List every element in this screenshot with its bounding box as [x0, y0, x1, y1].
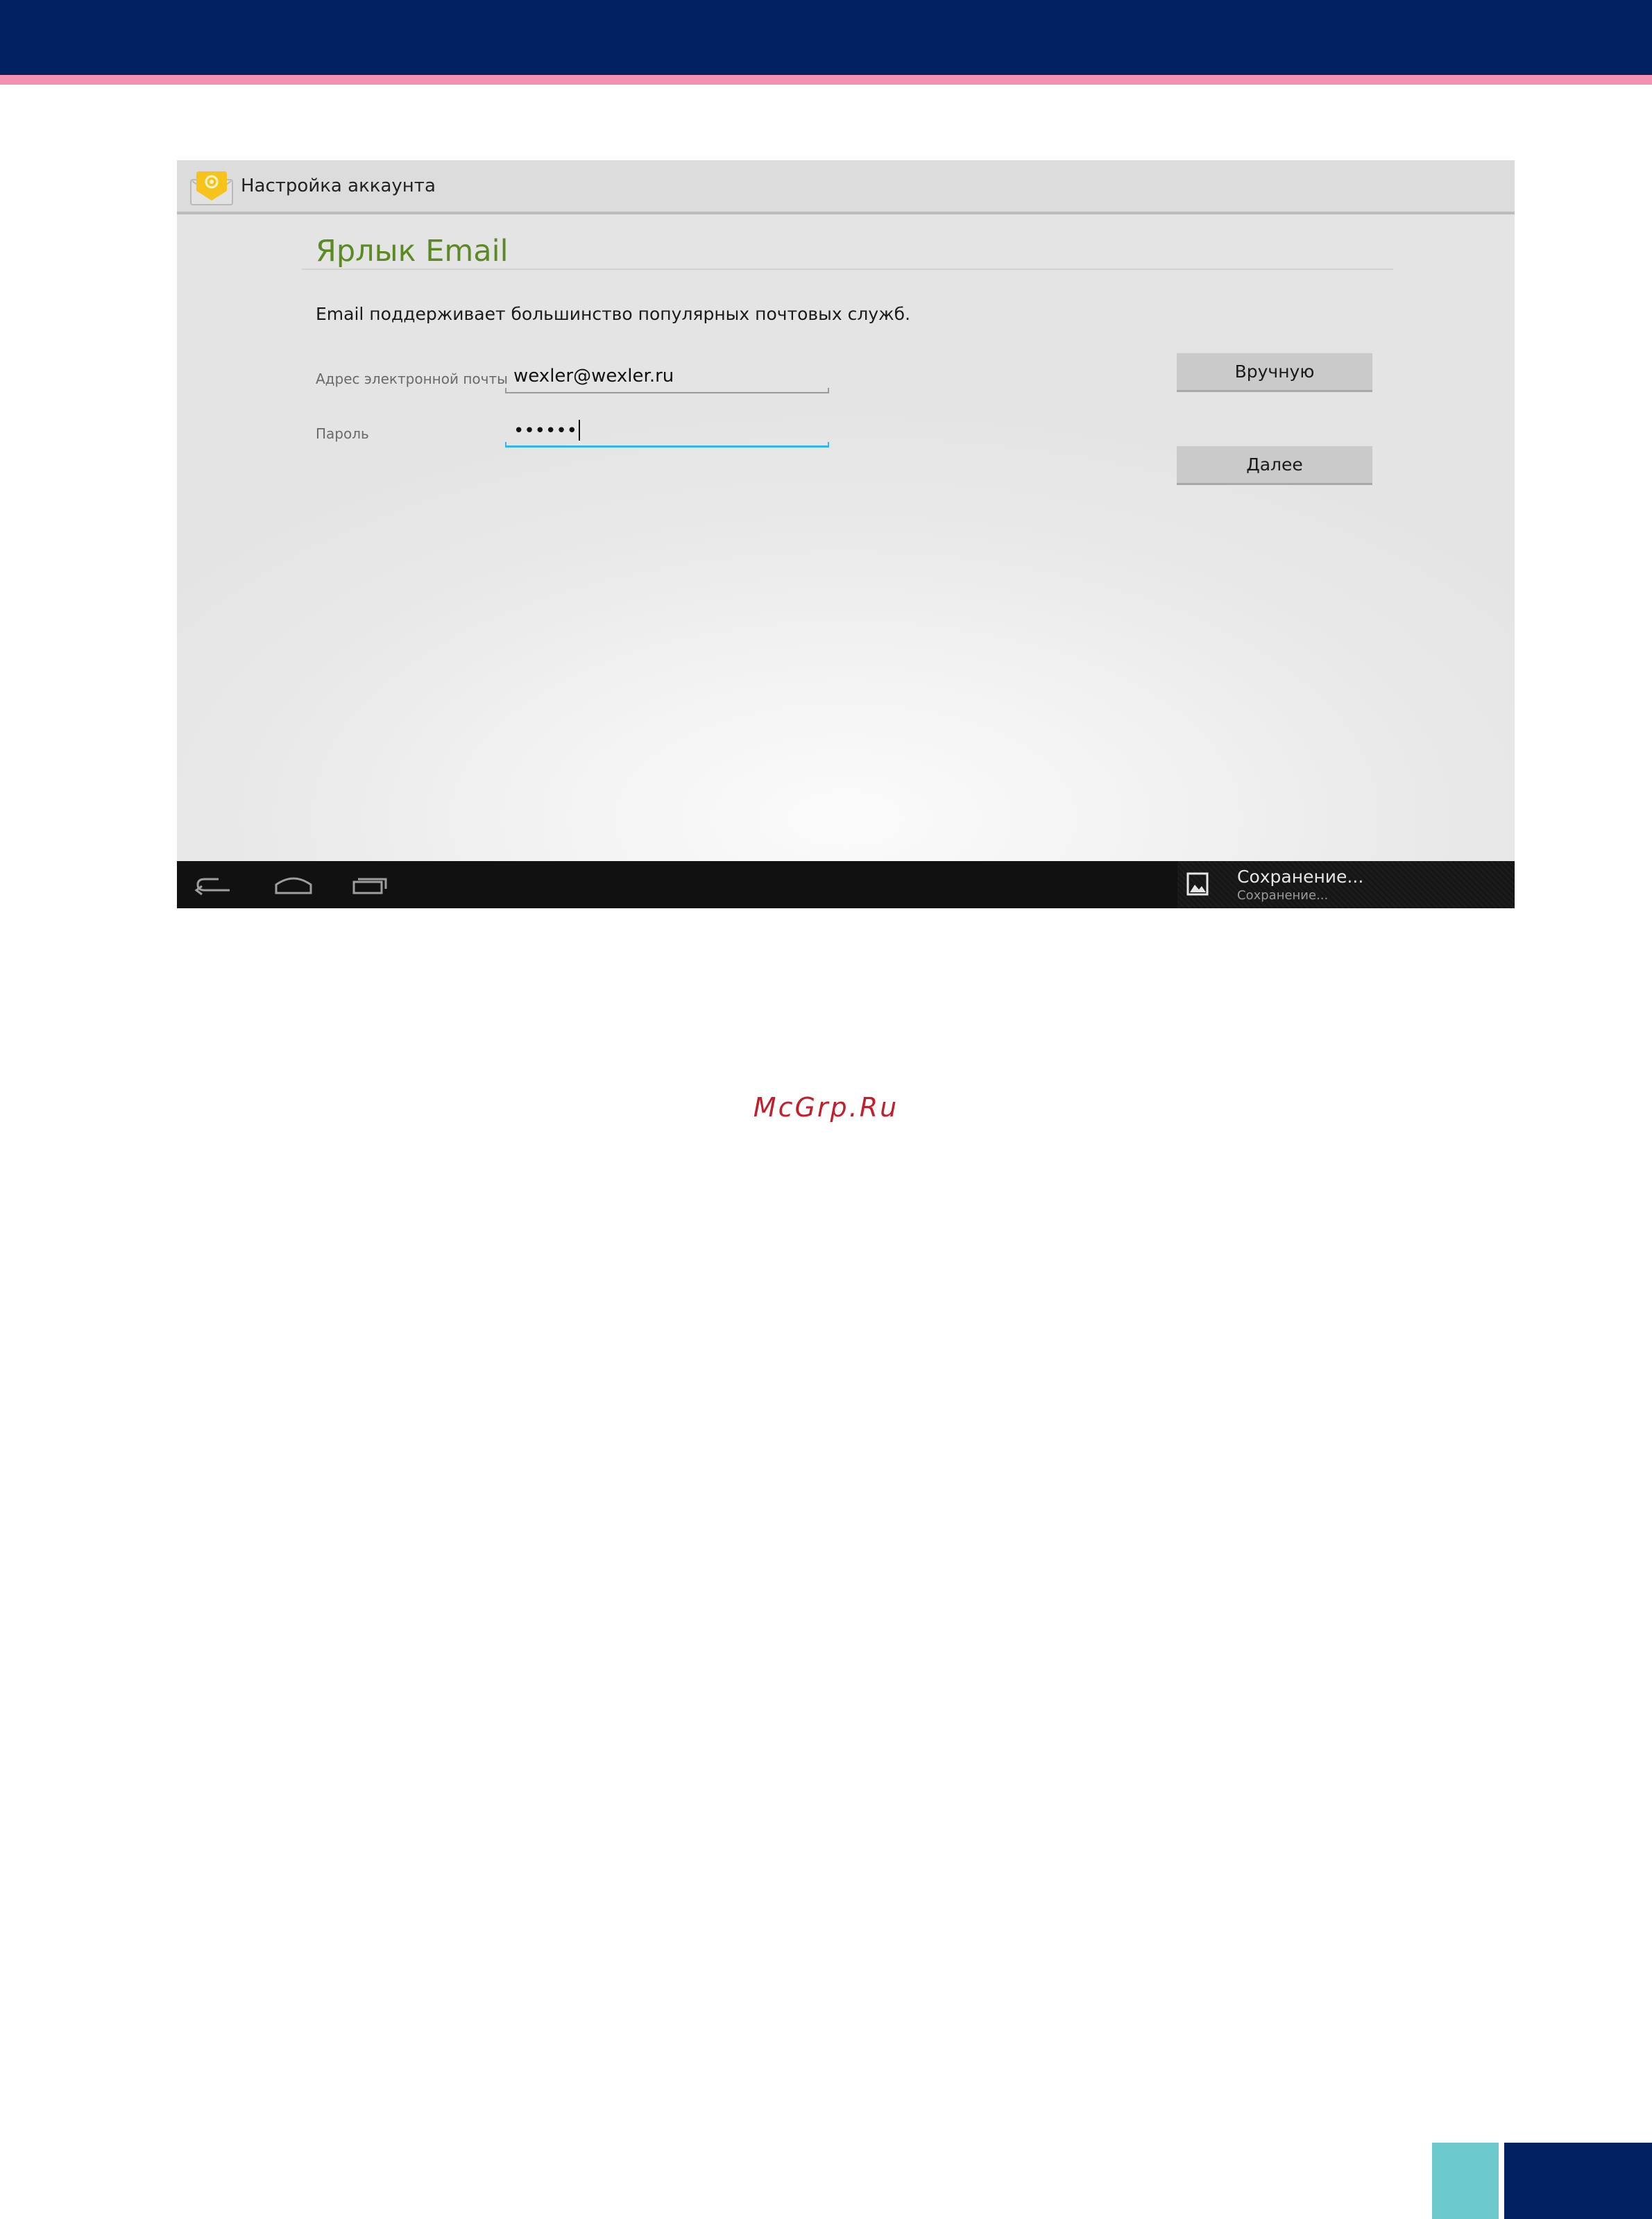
action-bar: Настройка аккаунта	[177, 160, 1515, 214]
image-icon	[1186, 872, 1209, 896]
header-stripe	[0, 75, 1652, 85]
password-field[interactable]: ••••••	[505, 417, 829, 448]
password-label: Пароль	[316, 425, 369, 442]
email-value: wexler@wexler.ru	[513, 366, 674, 386]
recent-apps-icon[interactable]	[348, 869, 397, 900]
text-cursor	[579, 420, 581, 441]
intro-text: Email поддерживает большинство популярны…	[316, 304, 911, 324]
watermark: McGrp.Ru	[753, 1092, 899, 1123]
email-app-icon[interactable]	[189, 170, 234, 206]
footer-teal-block	[1432, 2143, 1499, 2219]
notification-subtitle: Сохранение...	[1237, 888, 1329, 903]
app-title: Настройка аккаунта	[241, 176, 436, 196]
password-value: ••••••	[513, 420, 578, 441]
footer-navy-block	[1504, 2143, 1652, 2219]
device-screenshot: Настройка аккаунта Ярлык Email Email под…	[177, 160, 1515, 908]
header-band	[0, 0, 1652, 75]
next-button[interactable]: Далее	[1177, 446, 1372, 485]
email-label: Адрес электронной почты	[316, 371, 508, 387]
back-icon[interactable]	[191, 869, 239, 900]
notification-title: Сохранение...	[1237, 867, 1364, 887]
notification[interactable]: Сохранение... Сохранение...	[1177, 861, 1515, 908]
manual-setup-button[interactable]: Вручную	[1177, 353, 1372, 392]
email-field[interactable]: wexler@wexler.ru	[505, 363, 829, 393]
section-divider	[302, 269, 1393, 270]
section-title: Ярлык Email	[316, 234, 509, 269]
system-nav-bar: Сохранение... Сохранение...	[177, 861, 1515, 908]
home-icon[interactable]	[269, 869, 318, 900]
